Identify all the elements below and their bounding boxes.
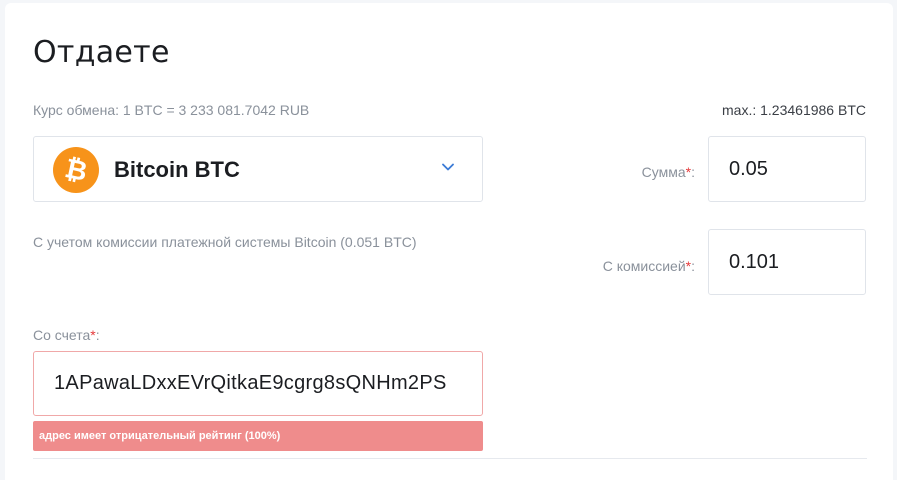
bitcoin-icon: ₿ [53,147,99,193]
max-amount-text: max.: 1.23461986 BTC [722,102,866,118]
bitcoin-glyph: ₿ [62,152,90,188]
account-label-colon: : [95,327,100,343]
commission-label-colon: : [691,258,695,274]
commission-input[interactable] [708,229,866,295]
section-title: Отдаете [33,35,170,70]
commission-note: С учетом комиссии платежной системы Bitc… [33,234,417,250]
account-address-input[interactable] [33,351,483,416]
sum-label-text: Сумма [641,164,686,180]
commission-label: С комиссией*: [603,258,695,274]
currency-select[interactable]: ₿ Bitcoin BTC [33,136,483,202]
exchange-rate-text: Курс обмена: 1 BTC = 3 233 081.7042 RUB [33,102,310,118]
divider [33,458,867,459]
currency-name: Bitcoin BTC [114,157,240,182]
sum-label: Сумма*: [642,164,695,180]
account-label: Со счета*: [33,327,100,343]
account-label-text: Со счета [33,327,91,343]
address-error-message: адрес имеет отрицательный рейтинг (100%) [33,421,483,451]
chevron-down-icon [442,163,454,171]
give-section-card: Отдаете Курс обмена: 1 BTC = 3 233 081.7… [5,3,893,480]
sum-label-colon: : [691,164,695,180]
sum-input[interactable] [708,136,866,202]
commission-label-text: С комиссией [602,258,686,274]
